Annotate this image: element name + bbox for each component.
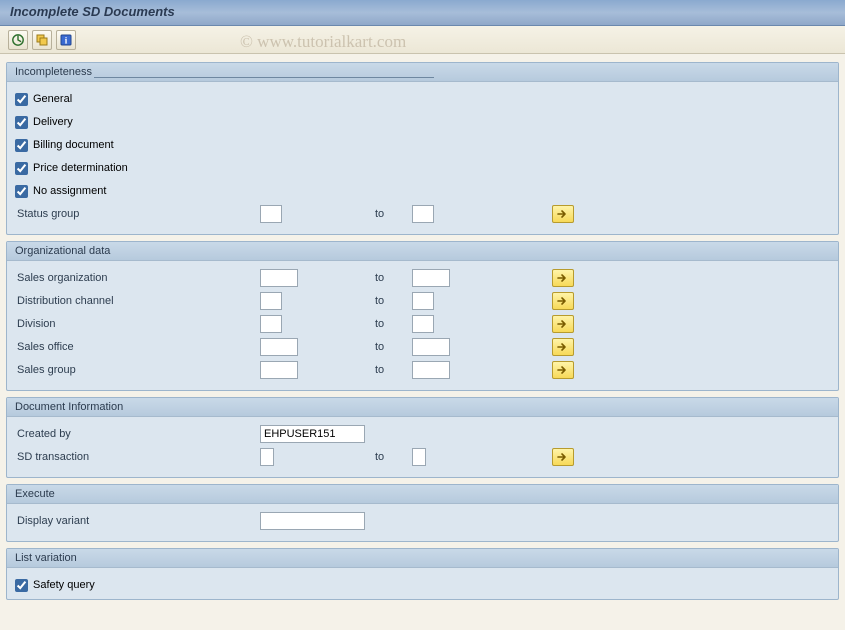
- group-header-docinfo: Document Information: [7, 398, 838, 417]
- page-title: Incomplete SD Documents: [10, 4, 835, 19]
- multiselect-button-sales-group[interactable]: [552, 361, 574, 379]
- group-orgdata: Organizational data Sales organization t…: [6, 241, 839, 391]
- label-noassign: No assignment: [33, 185, 106, 197]
- multiselect-button-sd-tx[interactable]: [552, 448, 574, 466]
- input-sales-org-to[interactable]: [412, 269, 450, 287]
- label-billing: Billing document: [33, 139, 114, 151]
- label-to: to: [375, 318, 412, 330]
- checkbox-safety-query[interactable]: [15, 579, 28, 592]
- group-incompleteness: Incompleteness General Delivery Billing …: [6, 62, 839, 235]
- group-docinfo: Document Information Created by SD trans…: [6, 397, 839, 478]
- input-dist-channel-to[interactable]: [412, 292, 434, 310]
- group-header-incompleteness: Incompleteness: [7, 63, 838, 82]
- input-sales-office-from[interactable]: [260, 338, 298, 356]
- input-sales-office-to[interactable]: [412, 338, 450, 356]
- input-sd-tx-to[interactable]: [412, 448, 426, 466]
- content-area: Incompleteness General Delivery Billing …: [0, 54, 845, 608]
- variant-icon[interactable]: [32, 30, 52, 50]
- label-created-by: Created by: [15, 428, 260, 440]
- input-display-variant[interactable]: [260, 512, 365, 530]
- label-price: Price determination: [33, 162, 128, 174]
- group-header-listvar: List variation: [7, 549, 838, 568]
- checkbox-general[interactable]: [15, 93, 28, 106]
- label-general: General: [33, 93, 72, 105]
- checkbox-billing[interactable]: [15, 139, 28, 152]
- label-to: to: [375, 272, 412, 284]
- multiselect-button-dist-channel[interactable]: [552, 292, 574, 310]
- title-bar: Incomplete SD Documents: [0, 0, 845, 26]
- input-division-to[interactable]: [412, 315, 434, 333]
- multiselect-button-sales-office[interactable]: [552, 338, 574, 356]
- label-sales-office: Sales office: [15, 341, 260, 353]
- multiselect-button-status-group[interactable]: [552, 205, 574, 223]
- label-to: to: [375, 451, 412, 463]
- input-status-group-from[interactable]: [260, 205, 282, 223]
- checkbox-noassign[interactable]: [15, 185, 28, 198]
- label-sd-tx: SD transaction: [15, 451, 260, 463]
- label-to: to: [375, 364, 412, 376]
- input-sales-org-from[interactable]: [260, 269, 298, 287]
- toolbar: i: [0, 26, 845, 54]
- group-listvar: List variation Safety query: [6, 548, 839, 600]
- input-dist-channel-from[interactable]: [260, 292, 282, 310]
- input-created-by[interactable]: [260, 425, 365, 443]
- group-execute: Execute Display variant: [6, 484, 839, 542]
- input-sd-tx-from[interactable]: [260, 448, 274, 466]
- label-safety-query: Safety query: [33, 579, 95, 591]
- multiselect-button-division[interactable]: [552, 315, 574, 333]
- checkbox-delivery[interactable]: [15, 116, 28, 129]
- input-sales-group-from[interactable]: [260, 361, 298, 379]
- info-icon[interactable]: i: [56, 30, 76, 50]
- label-sales-org: Sales organization: [15, 272, 260, 284]
- checkbox-price[interactable]: [15, 162, 28, 175]
- label-sales-group: Sales group: [15, 364, 260, 376]
- execute-icon[interactable]: [8, 30, 28, 50]
- group-header-execute: Execute: [7, 485, 838, 504]
- label-to: to: [375, 295, 412, 307]
- label-display-variant: Display variant: [15, 515, 260, 527]
- label-division: Division: [15, 318, 260, 330]
- label-delivery: Delivery: [33, 116, 73, 128]
- group-header-orgdata: Organizational data: [7, 242, 838, 261]
- multiselect-button-sales-org[interactable]: [552, 269, 574, 287]
- input-sales-group-to[interactable]: [412, 361, 450, 379]
- label-dist-channel: Distribution channel: [15, 295, 260, 307]
- input-division-from[interactable]: [260, 315, 282, 333]
- input-status-group-to[interactable]: [412, 205, 434, 223]
- label-status-group: Status group: [15, 208, 260, 220]
- header-underline: [94, 67, 434, 78]
- group-header-label: Incompleteness: [15, 66, 92, 78]
- label-to: to: [375, 208, 412, 220]
- label-to: to: [375, 341, 412, 353]
